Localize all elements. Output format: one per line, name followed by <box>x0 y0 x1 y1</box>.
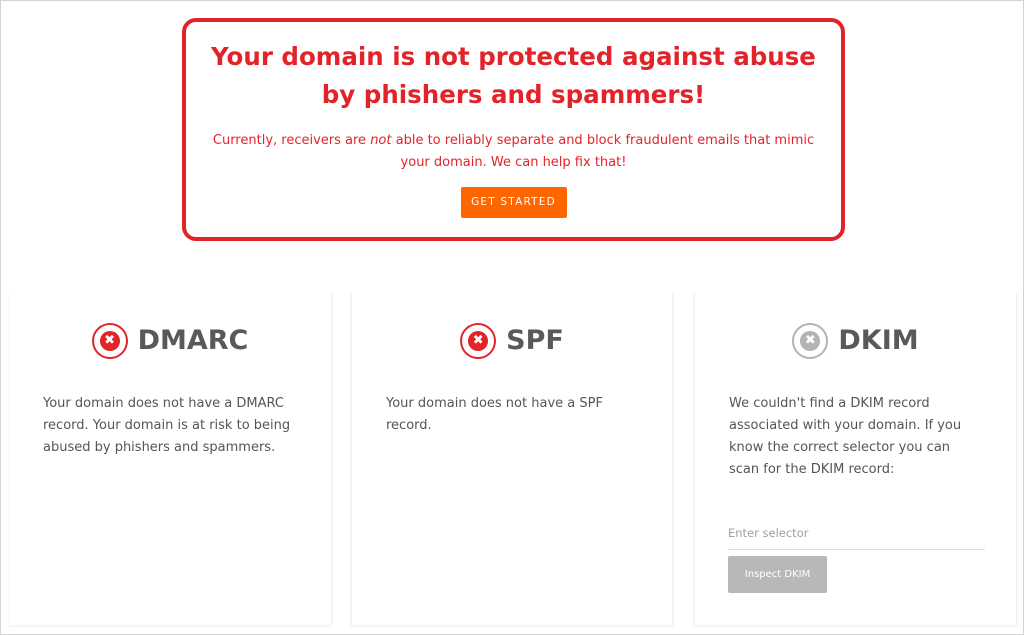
x-mark-icon: ✖ <box>800 331 821 351</box>
x-mark-icon: ✖ <box>99 331 120 351</box>
dmarc-card-header: ✖ DMARC <box>9 322 331 360</box>
dkim-card: ✖ DKIM We couldn't find a DKIM record as… <box>694 293 1017 625</box>
alert-title: Your domain is not protected against abu… <box>211 42 816 109</box>
alert-text-emphasis: not <box>370 133 392 148</box>
spf-description: Your domain does not have a SPF record. <box>386 396 603 433</box>
spf-card: ✖ SPF Your domain does not have a SPF re… <box>351 293 673 625</box>
dmarc-fail-icon: ✖ <box>91 323 128 359</box>
dkim-card-header: ✖ DKIM <box>695 322 1016 360</box>
alert-text: Currently, receivers are not able to rel… <box>186 130 841 174</box>
spf-title: SPF <box>506 325 564 356</box>
alert-text-after: able to reliably separate and block frau… <box>391 133 815 170</box>
selector-input[interactable] <box>728 521 985 550</box>
page-frame: Your domain is not protected against abu… <box>0 0 1024 635</box>
get-started-button[interactable]: GET STARTED <box>460 187 567 218</box>
spf-fail-icon: ✖ <box>460 323 497 359</box>
dkim-title: DKIM <box>838 325 919 356</box>
inspect-dkim-button[interactable]: Inspect DKIM <box>728 556 827 593</box>
dmarc-title: DMARC <box>137 325 249 356</box>
dmarc-card: ✖ DMARC Your domain does not have a DMAR… <box>9 293 332 625</box>
spf-card-header: ✖ SPF <box>352 322 672 360</box>
dkim-description: We couldn't find a DKIM record associate… <box>729 396 962 477</box>
dkim-unknown-icon: ✖ <box>792 323 829 359</box>
protection-alert: Your domain is not protected against abu… <box>182 18 845 241</box>
x-mark-icon: ✖ <box>468 331 489 351</box>
dmarc-description: Your domain does not have a DMARC record… <box>43 396 291 455</box>
alert-text-before: Currently, receivers are <box>212 133 371 148</box>
